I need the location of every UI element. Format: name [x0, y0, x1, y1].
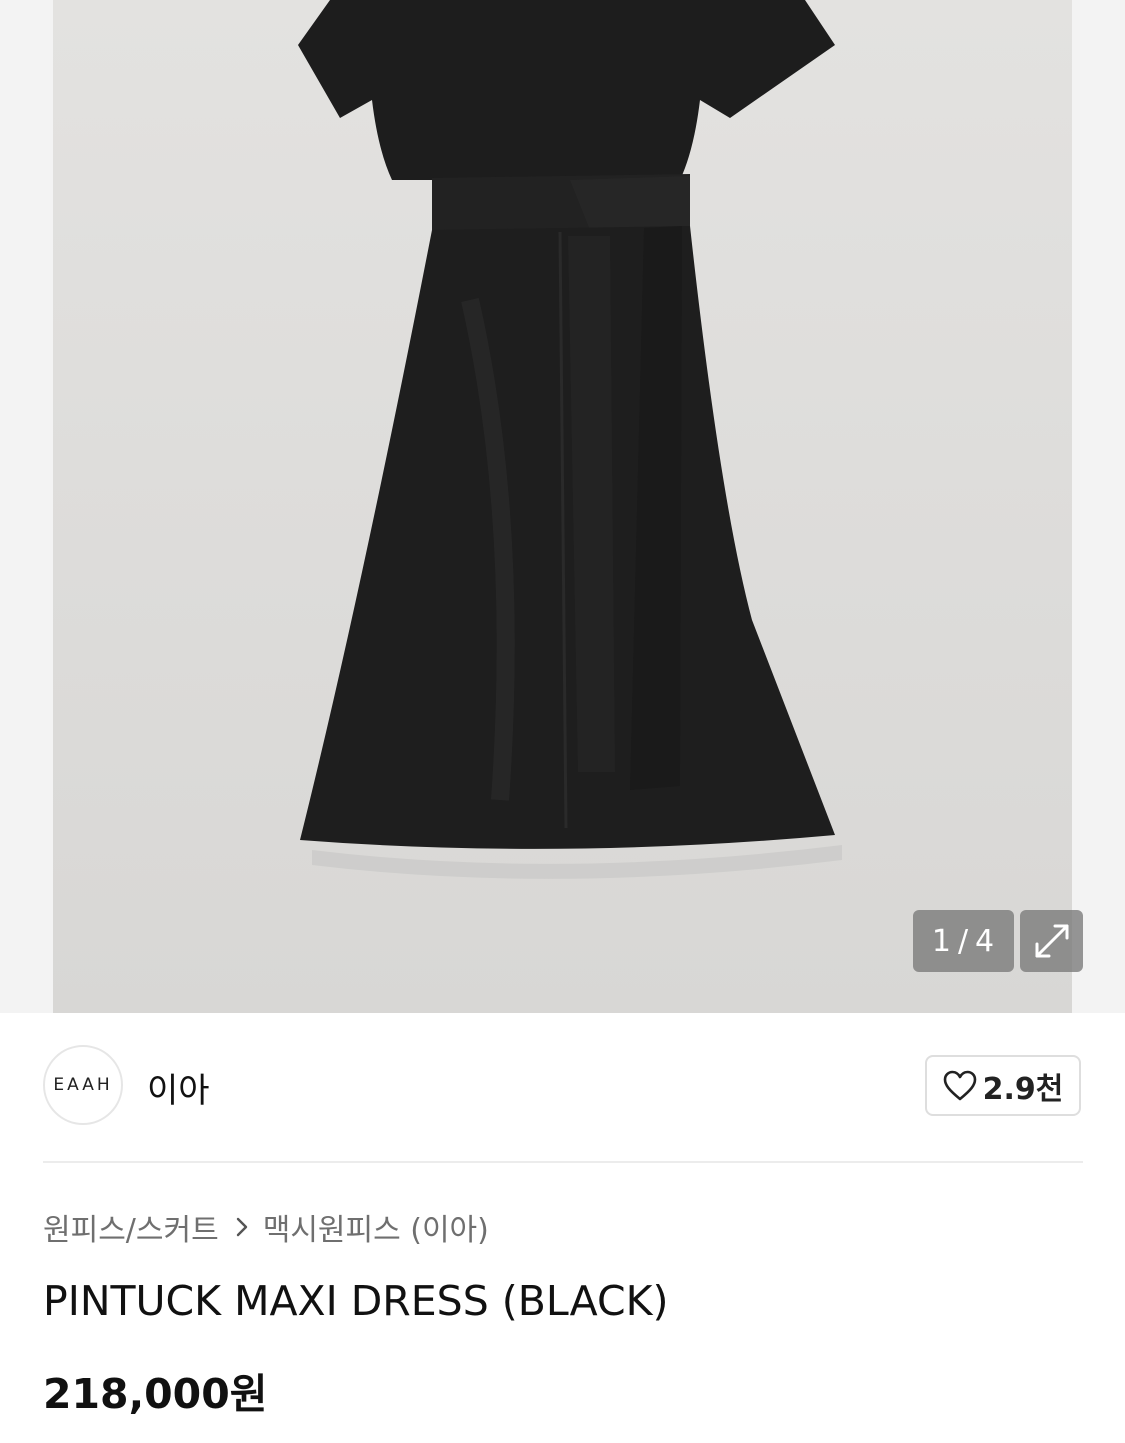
- expand-image-button[interactable]: [1020, 910, 1083, 972]
- brand-row: EAAH 이아 2.9천: [43, 1045, 1083, 1129]
- heart-icon: [943, 1070, 976, 1100]
- product-title: PINTUCK MAXI DRESS (BLACK): [43, 1277, 669, 1325]
- dress-illustration: [298, 0, 842, 879]
- product-image-gallery[interactable]: 1 / 4: [0, 0, 1125, 1013]
- breadcrumb-category[interactable]: 원피스/스커트: [43, 1205, 219, 1249]
- product-detail-page: 1 / 4 EAAH 이아 2.9천 원피스/스커트 맥시원피스 (이아) PI…: [0, 0, 1125, 1443]
- breadcrumb: 원피스/스커트 맥시원피스 (이아): [43, 1205, 489, 1249]
- product-photo[interactable]: [53, 0, 1072, 1013]
- chevron-right-icon: [235, 1216, 249, 1238]
- image-counter-current: 1: [931, 923, 952, 959]
- product-price: 218,000원: [43, 1370, 268, 1418]
- section-divider: [43, 1161, 1083, 1163]
- like-button[interactable]: 2.9천: [925, 1055, 1081, 1116]
- brand-name-link[interactable]: 이아: [147, 1063, 210, 1112]
- expand-icon: [1035, 924, 1068, 958]
- breadcrumb-subcategory[interactable]: 맥시원피스 (이아): [263, 1205, 489, 1249]
- image-counter-total: 4: [975, 923, 996, 959]
- image-counter: 1 / 4: [913, 910, 1014, 972]
- image-counter-separator: /: [957, 923, 970, 959]
- brand-logo-text: EAAH: [53, 1075, 113, 1095]
- brand-logo[interactable]: EAAH: [43, 1045, 123, 1125]
- like-count: 2.9천: [982, 1071, 1064, 1107]
